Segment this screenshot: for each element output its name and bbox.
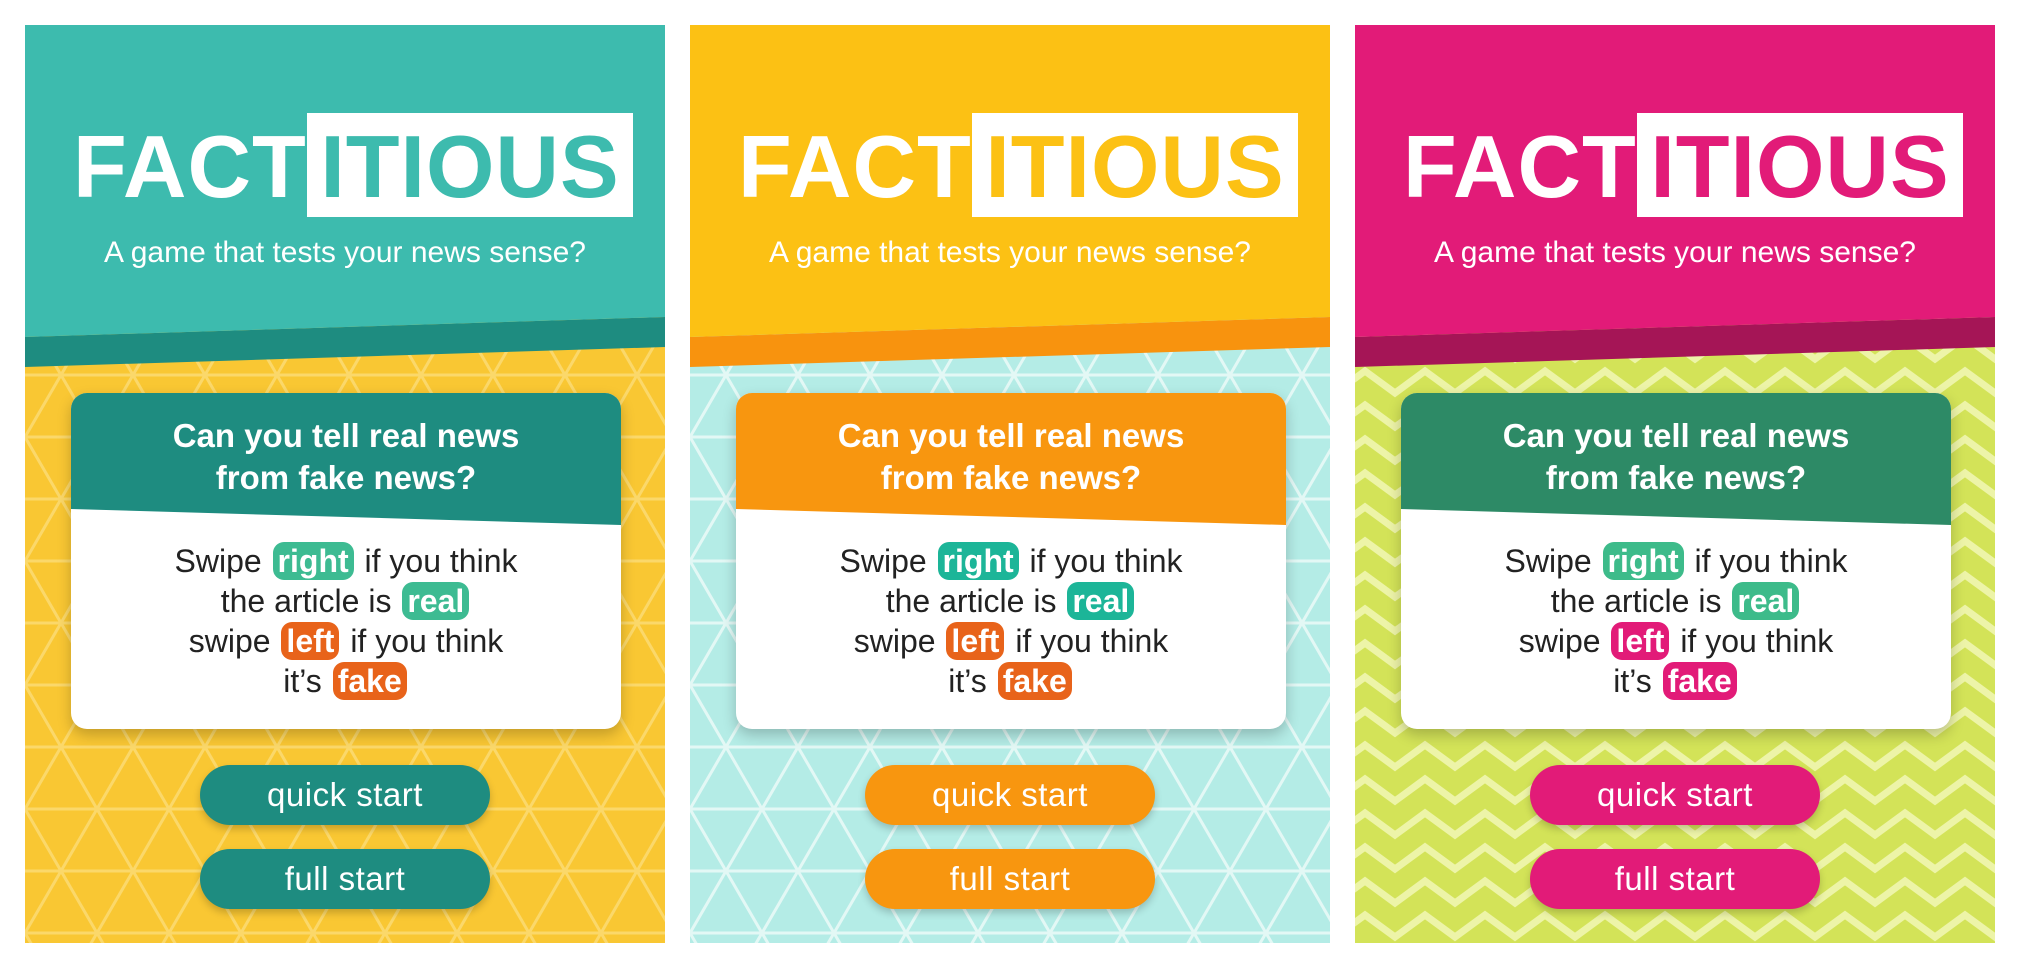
tagline: A game that tests your news sense? bbox=[769, 236, 1251, 269]
real-chip: real bbox=[1732, 582, 1800, 620]
line-text: the article is bbox=[1550, 583, 1722, 619]
full-start-button[interactable]: full start bbox=[200, 849, 490, 909]
line-text: it’s bbox=[1613, 663, 1652, 699]
line-text: if you think bbox=[350, 623, 504, 659]
instructions-text: Swipe right if you think the article is … bbox=[71, 541, 621, 701]
line-text: if you think bbox=[364, 543, 518, 579]
instructions-card: Can you tell real news from fake news? S… bbox=[736, 393, 1286, 729]
fake-chip: fake bbox=[997, 662, 1072, 700]
logo-itious-text: ITIOUS bbox=[320, 117, 620, 216]
instruction-line: it’s fake bbox=[71, 661, 621, 701]
instruction-line: Swipe right if you think bbox=[71, 541, 621, 581]
instruction-line: the article is real bbox=[1401, 581, 1951, 621]
right-chip: right bbox=[937, 542, 1019, 580]
line-text: swipe bbox=[1518, 623, 1601, 659]
left-chip: left bbox=[1611, 622, 1670, 660]
quick-start-button[interactable]: quick start bbox=[200, 765, 490, 825]
full-start-button[interactable]: full start bbox=[865, 849, 1155, 909]
line-text: Swipe bbox=[1504, 543, 1592, 579]
instruction-line: swipe left if you think bbox=[71, 621, 621, 661]
logo-itious-box: ITIOUS bbox=[1637, 113, 1963, 217]
right-chip: right bbox=[1602, 542, 1684, 580]
line-text: it’s bbox=[283, 663, 322, 699]
instruction-line: the article is real bbox=[736, 581, 1286, 621]
line-text: it’s bbox=[948, 663, 987, 699]
quick-start-button[interactable]: quick start bbox=[1530, 765, 1820, 825]
instruction-line: swipe left if you think bbox=[1401, 621, 1951, 661]
game-start-screen: FACT ITIOUS A game that tests your news … bbox=[1355, 25, 1995, 943]
instruction-line: swipe left if you think bbox=[736, 621, 1286, 661]
line-text: if you think bbox=[1680, 623, 1834, 659]
line-text: if you think bbox=[1694, 543, 1848, 579]
line-text: if you think bbox=[1029, 543, 1183, 579]
tagline: A game that tests your news sense? bbox=[104, 236, 586, 269]
left-chip: left bbox=[946, 622, 1005, 660]
instruction-line: it’s fake bbox=[1401, 661, 1951, 701]
right-chip: right bbox=[272, 542, 354, 580]
logo-itious-box: ITIOUS bbox=[307, 113, 633, 217]
instruction-line: the article is real bbox=[71, 581, 621, 621]
tagline: A game that tests your news sense? bbox=[1434, 236, 1916, 269]
real-chip: real bbox=[1067, 582, 1135, 620]
instructions-card: Can you tell real news from fake news? S… bbox=[1401, 393, 1951, 729]
instruction-line: it’s fake bbox=[736, 661, 1286, 701]
line-text: Swipe bbox=[174, 543, 262, 579]
logo-fact-text: FACT bbox=[738, 117, 972, 216]
logo-itious-text: ITIOUS bbox=[1650, 117, 1950, 216]
line-text: if you think bbox=[1015, 623, 1169, 659]
line-text: the article is bbox=[220, 583, 392, 619]
instruction-line: Swipe right if you think bbox=[1401, 541, 1951, 581]
card-title: Can you tell real news from fake news? bbox=[837, 417, 1185, 496]
quick-start-button[interactable]: quick start bbox=[865, 765, 1155, 825]
logo-itious-box: ITIOUS bbox=[972, 113, 1298, 217]
fake-chip: fake bbox=[1662, 662, 1737, 700]
logo-fact-text: FACT bbox=[1403, 117, 1637, 216]
game-start-screen: FACT ITIOUS A game that tests your news … bbox=[690, 25, 1330, 943]
fake-chip: fake bbox=[332, 662, 407, 700]
line-text: swipe bbox=[853, 623, 936, 659]
instructions-card: Can you tell real news from fake news? S… bbox=[71, 393, 621, 729]
card-title: Can you tell real news from fake news? bbox=[172, 417, 520, 496]
game-start-screen: FACT ITIOUS A game that tests your news … bbox=[25, 25, 665, 943]
instruction-line: Swipe right if you think bbox=[736, 541, 1286, 581]
real-chip: real bbox=[402, 582, 470, 620]
instructions-text: Swipe right if you think the article is … bbox=[736, 541, 1286, 701]
line-text: the article is bbox=[885, 583, 1057, 619]
instructions-text: Swipe right if you think the article is … bbox=[1401, 541, 1951, 701]
left-chip: left bbox=[281, 622, 340, 660]
line-text: swipe bbox=[188, 623, 271, 659]
line-text: Swipe bbox=[839, 543, 927, 579]
card-title: Can you tell real news from fake news? bbox=[1502, 417, 1850, 496]
full-start-button[interactable]: full start bbox=[1530, 849, 1820, 909]
logo-itious-text: ITIOUS bbox=[985, 117, 1285, 216]
logo-fact-text: FACT bbox=[73, 117, 307, 216]
